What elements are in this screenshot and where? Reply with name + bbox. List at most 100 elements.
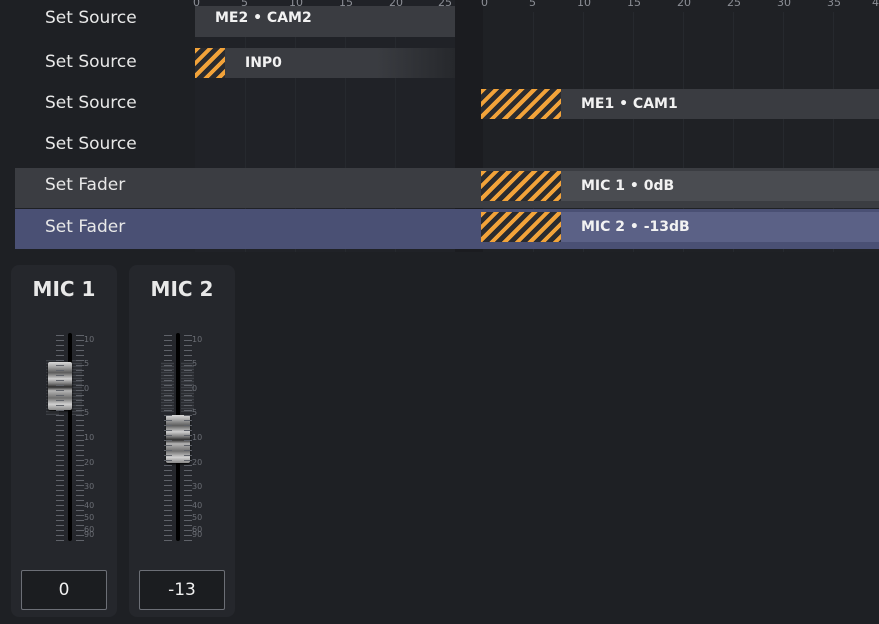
scale-tick [164,400,172,401]
scale-tick [164,475,172,476]
scale-label: 10 [84,433,95,442]
scale-tick [164,420,172,421]
ruler-tick: 25 [727,0,741,9]
scale-tick [76,465,84,466]
scale-tick [76,400,84,401]
scale-tick [164,520,172,521]
scale-tick [164,405,172,406]
action-row-set-source[interactable]: Set Source [45,134,137,154]
clip-label: ME1 • CAM1 [581,96,678,112]
scale-tick [76,370,84,371]
scale-tick [76,540,84,541]
action-row-set-fader[interactable]: Set Fader [45,217,125,237]
scale-tick [184,345,192,346]
scale-tick [76,440,84,441]
scale-tick [184,360,192,361]
timeline-clip[interactable]: INP0 [195,48,455,78]
mixer-strip-mic1: MIC 1 0 10 5 0 5 10 20 30 40 50 60 90 [11,265,117,617]
scale-tick [76,525,84,526]
ruler-tick: 10 [577,0,591,9]
scale-label: 10 [84,335,95,344]
timeline-clip[interactable]: MIC 2 • -13dB [481,212,879,242]
scale-tick [184,460,192,461]
scale-tick [184,465,192,466]
scale-tick [164,460,172,461]
scale-tick [164,525,172,526]
scale-tick [76,380,84,381]
scale-label: 0 [192,384,198,393]
scale-tick [164,415,172,416]
scale-tick [164,340,172,341]
scale-tick [56,365,64,366]
scale-tick [56,340,64,341]
transition-hatch [481,89,561,119]
scale-tick [164,530,172,531]
scale-tick [76,360,84,361]
scale-tick [56,540,64,541]
clip-label: ME2 • CAM2 [215,9,312,26]
scale-label: 5 [192,408,198,417]
scale-tick [76,450,84,451]
scale-tick [184,490,192,491]
scale-tick [164,505,172,506]
scale-label: 40 [192,501,203,510]
scale-tick [56,430,64,431]
timeline-clip[interactable]: ME2 • CAM2 [195,6,455,37]
scale-tick [164,455,172,456]
scale-tick [56,505,64,506]
mixer-strip-mic2: MIC 2 -13 10 5 0 5 10 20 30 40 50 60 90 [129,265,235,617]
scale-tick [76,445,84,446]
transition-hatch [195,48,225,78]
scale-tick [56,345,64,346]
scale-tick [56,400,64,401]
scale-tick [184,380,192,381]
scale-tick [56,535,64,536]
scale-tick [76,455,84,456]
scale-tick [56,410,64,411]
fader-value-input[interactable]: -13 [139,570,225,610]
clip-label: MIC 2 • -13dB [581,219,690,235]
scale-label: 20 [84,458,95,467]
ruler-tick: 35 [827,0,841,9]
scale-tick [164,430,172,431]
scale-tick [184,440,192,441]
action-row-set-source[interactable]: Set Source [45,93,137,113]
scale-label: 90 [84,530,95,539]
ruler-tick: 30 [777,0,791,9]
timeline-clip[interactable]: ME1 • CAM1 [481,89,879,119]
scale-tick [56,465,64,466]
scale-tick [56,335,64,336]
scale-tick [184,525,192,526]
scale-tick [76,485,84,486]
scale-tick [56,485,64,486]
scale-tick [184,420,192,421]
timeline-clip[interactable]: MIC 1 • 0dB [481,171,879,201]
scale-tick [76,515,84,516]
scale-tick [56,480,64,481]
scale-tick [76,420,84,421]
scale-tick [184,505,192,506]
scale-tick [76,475,84,476]
scale-tick [164,375,172,376]
action-row-set-fader[interactable]: Set Fader [45,175,125,195]
scale-tick [76,350,84,351]
scale-tick [76,535,84,536]
ruler-tick: 5 [529,0,536,9]
scale-tick [184,410,192,411]
scale-tick [76,355,84,356]
scale-tick [164,425,172,426]
ruler-tick: 15 [627,0,641,9]
scale-label: 5 [84,359,90,368]
clip-label: MIC 1 • 0dB [581,178,675,194]
scale-tick [56,395,64,396]
scale-tick [56,520,64,521]
fader-value-input[interactable]: 0 [21,570,107,610]
action-row-set-source[interactable]: Set Source [45,52,137,72]
scale-tick [164,385,172,386]
transition-hatch [481,171,561,201]
scale-label: 5 [84,408,90,417]
scale-tick [56,355,64,356]
scale-tick [76,490,84,491]
ruler-tick: 0 [481,0,488,9]
action-row-set-source[interactable]: Set Source [45,8,137,28]
